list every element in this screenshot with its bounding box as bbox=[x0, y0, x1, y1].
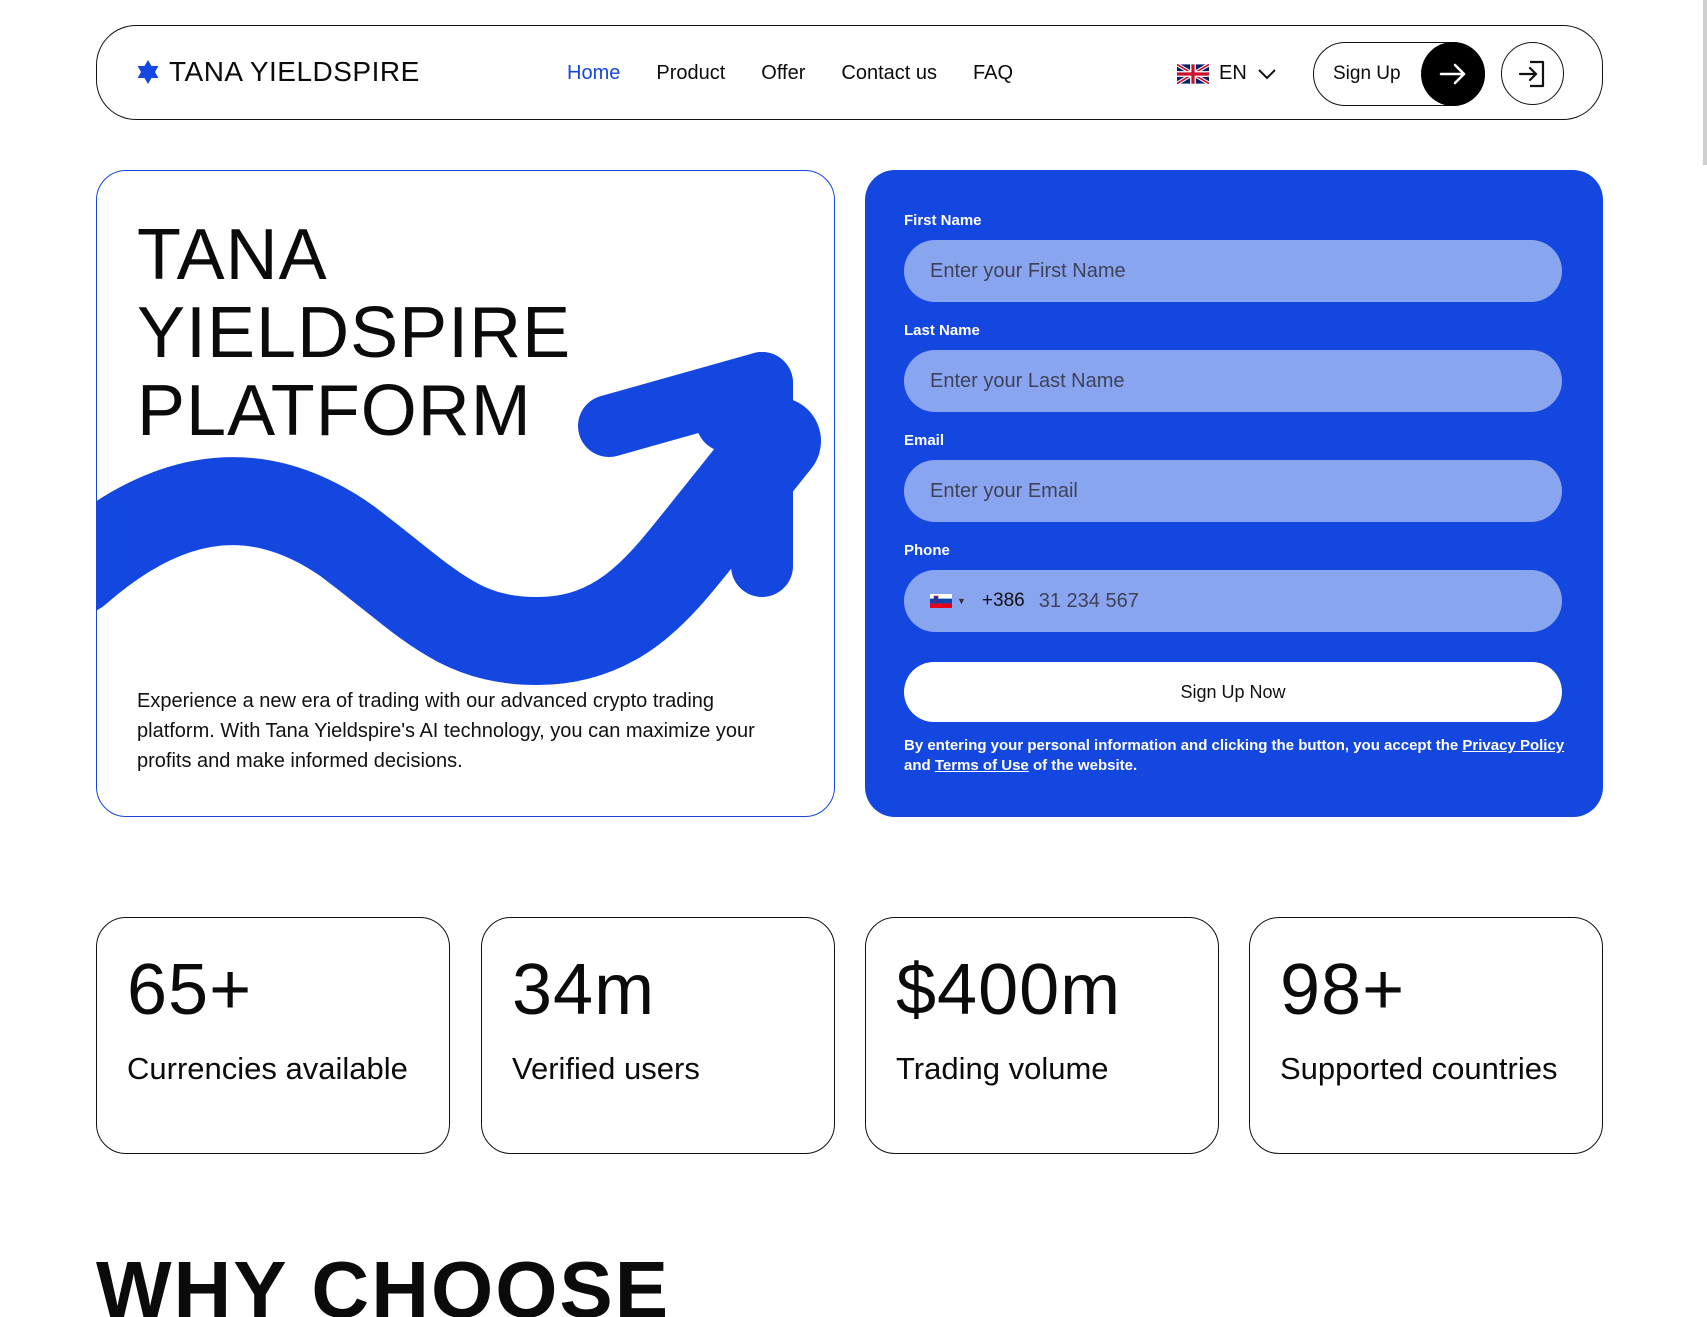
email-label: Email bbox=[904, 432, 945, 449]
header-signup-label: Sign Up bbox=[1333, 63, 1401, 84]
last-name-label: Last Name bbox=[904, 322, 980, 339]
stat-label: Verified users bbox=[512, 1051, 700, 1086]
hero-title-line: YIELDSPIRE bbox=[137, 293, 572, 373]
brand-name: TANA YIELDSPIRE bbox=[169, 56, 420, 87]
phone-input[interactable] bbox=[1038, 589, 1499, 613]
login-icon bbox=[1518, 60, 1544, 87]
language-selector[interactable]: EN bbox=[1177, 26, 1277, 121]
phone-label: Phone bbox=[904, 542, 950, 559]
phone-field: ▼ +386 bbox=[904, 570, 1562, 632]
stat-value: $400m bbox=[896, 950, 1122, 1030]
stat-card: 34m Verified users bbox=[481, 917, 835, 1154]
stat-card: $400m Trading volume bbox=[865, 917, 1219, 1154]
stat-label: Currencies available bbox=[127, 1051, 408, 1086]
stat-card: 98+ Supported countries bbox=[1249, 917, 1603, 1154]
main-nav: Home Product Offer Contact us FAQ bbox=[567, 26, 1013, 121]
hero-title: TANA YIELDSPIRE PLATFORM bbox=[137, 216, 571, 450]
stat-label: Supported countries bbox=[1280, 1051, 1558, 1086]
brand-logo[interactable]: TANA YIELDSPIRE bbox=[135, 56, 420, 88]
nav-home[interactable]: Home bbox=[567, 62, 620, 85]
nav-faq[interactable]: FAQ bbox=[973, 62, 1013, 85]
login-button[interactable] bbox=[1501, 42, 1564, 105]
terms-of-use-link[interactable]: Terms of Use bbox=[935, 757, 1029, 774]
stat-value: 98+ bbox=[1280, 950, 1406, 1030]
slovenia-flag-icon[interactable] bbox=[930, 594, 952, 608]
hero-title-line: TANA bbox=[137, 215, 328, 295]
hero-title-line: PLATFORM bbox=[137, 371, 532, 451]
signup-now-button[interactable]: Sign Up Now bbox=[904, 662, 1562, 722]
signup-form: First Name Last Name Email Phone ▼ +386 … bbox=[865, 170, 1603, 817]
email-input[interactable] bbox=[904, 460, 1562, 522]
page-scrollbar[interactable] bbox=[1703, 0, 1707, 165]
privacy-policy-link[interactable]: Privacy Policy bbox=[1462, 737, 1564, 754]
legal-and: and bbox=[904, 757, 931, 774]
phone-country-code: +386 bbox=[981, 590, 1025, 611]
nav-product[interactable]: Product bbox=[656, 62, 725, 85]
legal-prefix: By entering your personal information an… bbox=[904, 737, 1459, 754]
hero-description: Experience a new era of trading with our… bbox=[137, 690, 755, 772]
nav-offer[interactable]: Offer bbox=[761, 62, 805, 85]
language-code: EN bbox=[1219, 62, 1247, 84]
first-name-input[interactable] bbox=[904, 240, 1562, 302]
legal-notice: By entering your personal information an… bbox=[904, 736, 1574, 776]
top-navbar: TANA YIELDSPIRE Home Product Offer Conta… bbox=[96, 25, 1603, 120]
uk-flag-icon bbox=[1177, 63, 1209, 84]
header-signup-button[interactable]: Sign Up bbox=[1313, 42, 1485, 106]
first-name-label: First Name bbox=[904, 212, 982, 229]
stat-value: 34m bbox=[512, 950, 656, 1030]
star-logo-icon bbox=[137, 60, 159, 84]
why-choose-heading: WHY CHOOSE bbox=[96, 1245, 671, 1317]
hero-card: TANA YIELDSPIRE PLATFORM Experience a ne… bbox=[96, 170, 835, 817]
nav-contact-us[interactable]: Contact us bbox=[841, 62, 937, 85]
stat-value: 65+ bbox=[127, 950, 253, 1030]
stat-label: Trading volume bbox=[896, 1051, 1109, 1086]
last-name-input[interactable] bbox=[904, 350, 1562, 412]
arrow-right-icon bbox=[1421, 42, 1485, 106]
chevron-down-icon bbox=[1258, 68, 1276, 79]
stat-card: 65+ Currencies available bbox=[96, 917, 450, 1154]
legal-suffix: of the website. bbox=[1032, 757, 1138, 774]
caret-down-icon[interactable]: ▼ bbox=[957, 596, 966, 606]
